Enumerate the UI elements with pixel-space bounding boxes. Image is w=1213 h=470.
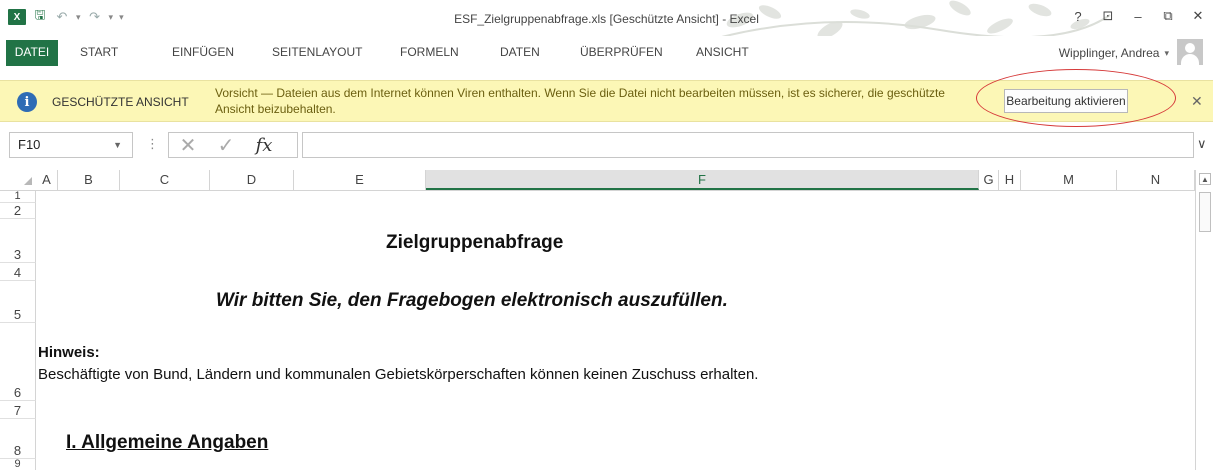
row-header-3[interactable]: 3 (0, 219, 36, 263)
column-header-g[interactable]: G (979, 170, 999, 190)
row-header-2[interactable]: 2 (0, 203, 36, 219)
section-heading: I. Allgemeine Angaben (66, 432, 269, 453)
protected-view-message: Vorsicht — Dateien aus dem Internet könn… (215, 86, 945, 116)
tab-ansicht[interactable]: ANSICHT (696, 41, 749, 65)
user-name: Wipplinger, Andrea (1058, 46, 1160, 60)
window-title: ESF_Zielgruppenabfrage.xls [Geschützte A… (454, 12, 759, 26)
vertical-scrollbar[interactable]: ▲ (1195, 170, 1213, 470)
hint-text: Beschäftigte von Bund, Ländern und kommu… (38, 366, 759, 383)
tab-formeln[interactable]: FORMELN (400, 41, 459, 65)
row-header-1[interactable]: 1 (0, 191, 36, 203)
formula-input[interactable] (302, 132, 1194, 158)
window-controls: ? ⊡ – ⧉ ✕ (1063, 6, 1213, 26)
enter-icon[interactable]: ✓ (207, 133, 245, 158)
row-header-8[interactable]: 8 (0, 419, 36, 459)
restore-icon[interactable]: ⧉ (1153, 6, 1183, 26)
scroll-up-icon[interactable]: ▲ (1199, 173, 1211, 185)
chevron-down-icon: ▾ (1164, 47, 1169, 58)
name-box-value: F10 (18, 137, 41, 152)
title-bar: X 🖫 ↶ ▾ ↷ ▾ ▾ ESF_Zielgruppenabfrage.xls… (0, 0, 1213, 36)
formula-bar-grip-icon: ⋮ (146, 136, 159, 151)
select-all-corner[interactable] (0, 170, 36, 190)
column-header-f[interactable]: F (426, 170, 979, 190)
avatar[interactable] (1177, 39, 1203, 65)
red-highlight-circle (976, 69, 1176, 127)
row-header-9[interactable]: 9 (0, 459, 36, 470)
select-all-triangle-icon (24, 177, 32, 185)
ribbon-tabs: DATEI START EINFÜGEN SEITENLAYOUT FORMEL… (0, 36, 1213, 66)
formula-buttons: ✕ ✓ fx (168, 132, 298, 158)
minimize-icon[interactable]: – (1123, 6, 1153, 26)
user-account-menu[interactable]: Wipplinger, Andrea ▾ (1059, 46, 1169, 60)
insert-function-icon[interactable]: fx (245, 135, 283, 156)
formula-bar: F10 ▼ ⋮ ✕ ✓ fx ∨ (0, 130, 1213, 160)
column-header-c[interactable]: C (120, 170, 210, 190)
tab-start[interactable]: START (80, 41, 118, 65)
sheet-subtitle: Wir bitten Sie, den Fragebogen elektroni… (216, 290, 728, 311)
tab-seitenlayout[interactable]: SEITENLAYOUT (272, 41, 362, 65)
scrollbar-thumb[interactable] (1199, 192, 1211, 232)
close-icon[interactable]: ✕ (1191, 93, 1203, 110)
column-header-b[interactable]: B (58, 170, 120, 190)
name-box[interactable]: F10 ▼ (9, 132, 133, 158)
column-headers: A B C D E F G H M N (0, 170, 1195, 191)
avatar-head-shape (1185, 43, 1195, 53)
protected-view-title: GESCHÜTZTE ANSICHT (52, 95, 189, 109)
cancel-icon[interactable]: ✕ (169, 133, 207, 158)
column-header-n[interactable]: N (1117, 170, 1195, 190)
row-header-6[interactable]: 6 (0, 323, 36, 401)
row-header-4[interactable]: 4 (0, 263, 36, 281)
column-header-a[interactable]: A (36, 170, 58, 190)
column-header-d[interactable]: D (210, 170, 294, 190)
expand-formula-bar-icon[interactable]: ∨ (1197, 136, 1207, 152)
help-icon[interactable]: ? (1063, 6, 1093, 26)
row-header-7[interactable]: 7 (0, 401, 36, 419)
column-header-e[interactable]: E (294, 170, 426, 190)
close-icon[interactable]: ✕ (1183, 6, 1213, 26)
column-header-m[interactable]: M (1021, 170, 1117, 190)
info-shield-icon: i (17, 92, 37, 112)
column-header-h[interactable]: H (999, 170, 1021, 190)
sheet-title: Zielgruppenabfrage (386, 232, 564, 253)
hint-label: Hinweis: (38, 344, 100, 361)
chevron-down-icon[interactable]: ▼ (113, 133, 122, 157)
ribbon-display-options-icon[interactable]: ⊡ (1093, 6, 1123, 26)
tab-einfuegen[interactable]: EINFÜGEN (172, 41, 234, 65)
worksheet-grid[interactable]: A B C D E F G H M N 1 2 3 4 5 6 7 8 9 Zi… (0, 170, 1213, 470)
tab-ueberpruefen[interactable]: ÜBERPRÜFEN (580, 41, 663, 65)
row-header-5[interactable]: 5 (0, 281, 36, 323)
avatar-body-shape (1181, 54, 1199, 65)
tab-daten[interactable]: DATEN (500, 41, 540, 65)
tab-datei[interactable]: DATEI (6, 40, 58, 66)
